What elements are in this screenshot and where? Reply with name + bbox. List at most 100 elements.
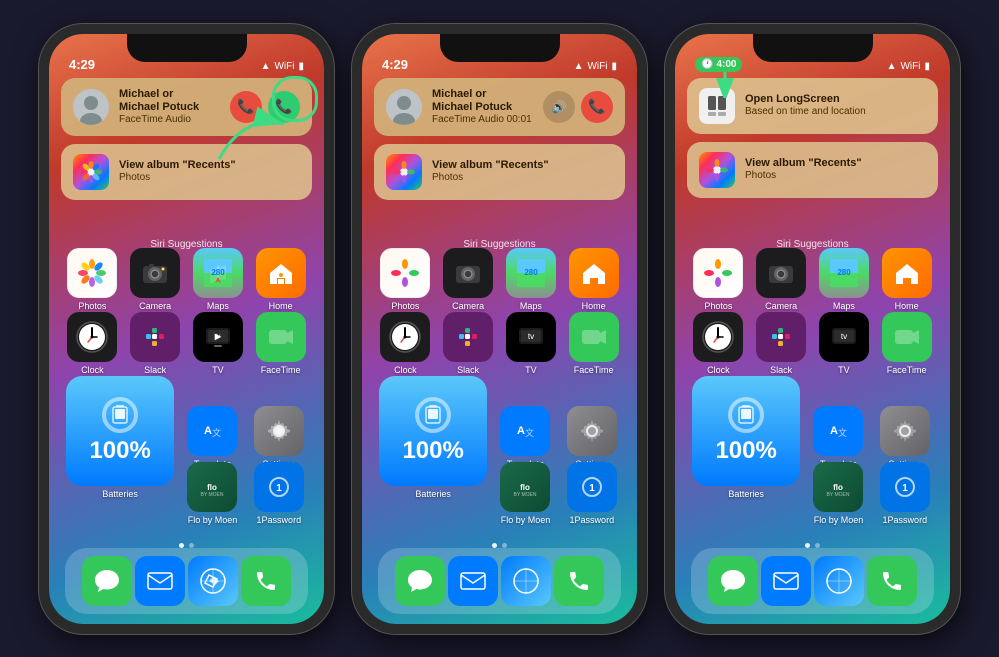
app-photos-1[interactable]: Photos xyxy=(63,248,121,311)
app-slack-2[interactable]: Slack xyxy=(439,312,497,375)
app-home-2[interactable]: Home xyxy=(565,248,623,311)
signal-icon-2: ▲ xyxy=(574,61,584,72)
decline-button-2[interactable]: 📞 xyxy=(581,91,613,123)
signal-icon-1: ▲ xyxy=(261,61,271,72)
svg-text:A: A xyxy=(517,425,525,437)
app-camera-1[interactable]: Camera xyxy=(126,248,184,311)
battery-pct-2: 100% xyxy=(402,437,463,465)
svg-text:flo: flo xyxy=(521,483,531,492)
app-settings-2[interactable]: Settings xyxy=(563,406,621,469)
dock-phone-1[interactable] xyxy=(241,556,291,606)
clock-icon-pill: 🕐 xyxy=(701,59,713,70)
dock-phone-3[interactable] xyxy=(867,556,917,606)
app-translate-3[interactable]: A文 Translate xyxy=(809,406,867,469)
app-row-1-1: Photos Camera xyxy=(49,248,324,311)
battery-icon-3: ▮ xyxy=(924,61,930,72)
app-slack-1[interactable]: Slack xyxy=(126,312,184,375)
facetime-notification-2[interactable]: Michael orMichael Potuck FaceTime Audio … xyxy=(374,78,625,136)
app-home-1[interactable]: Home xyxy=(252,248,310,311)
app-settings-1[interactable]: Settings xyxy=(250,406,308,469)
app-maps-3[interactable]: 280 Maps xyxy=(815,248,873,311)
app-facetime-3[interactable]: FaceTime xyxy=(878,312,936,375)
app-settings-3[interactable]: Settings xyxy=(876,406,934,469)
app-home-label-1: Home xyxy=(269,301,293,311)
app-clock-3[interactable]: Clock xyxy=(689,312,747,375)
dock-safari-3[interactable] xyxy=(814,556,864,606)
photos-notification-3[interactable]: View album "Recents" Photos xyxy=(687,142,938,198)
app-photos-3[interactable]: Photos xyxy=(689,248,747,311)
app-maps-1[interactable]: 280 Maps xyxy=(189,248,247,311)
page-dots-1 xyxy=(49,543,324,548)
app-tv-3[interactable]: tv TV xyxy=(815,312,873,375)
app-row-4-3: floBY MOEN Flo by Moen 1 1Password xyxy=(675,462,950,525)
app-photos-label-2: Photos xyxy=(391,301,419,311)
svg-text:文: 文 xyxy=(525,427,534,438)
svg-text:flo: flo xyxy=(834,483,844,492)
app-facetime-label-1: FaceTime xyxy=(261,365,301,375)
page-dots-2 xyxy=(362,543,637,548)
dock-messages-3[interactable] xyxy=(708,556,758,606)
app-camera-label-3: Camera xyxy=(765,301,797,311)
dock-messages-2[interactable] xyxy=(395,556,445,606)
dock-phone-2[interactable] xyxy=(554,556,604,606)
dock-mail-2[interactable] xyxy=(448,556,498,606)
signal-icon-3: ▲ xyxy=(887,61,897,72)
app-clock-2[interactable]: Clock xyxy=(376,312,434,375)
app-home-3[interactable]: Home xyxy=(878,248,936,311)
app-facetime-1[interactable]: FaceTime xyxy=(252,312,310,375)
dot-active-3 xyxy=(805,543,810,548)
photos-subtitle-3: Photos xyxy=(745,170,926,182)
dock-3 xyxy=(691,548,934,614)
app-camera-label-1: Camera xyxy=(139,301,171,311)
spacer-1 xyxy=(65,462,175,525)
app-flo-3[interactable]: floBY MOEN Flo by Moen xyxy=(809,462,867,525)
app-tv-label-1: TV xyxy=(212,365,224,375)
app-slack-3[interactable]: Slack xyxy=(752,312,810,375)
app-maps-2[interactable]: 280 Maps xyxy=(502,248,560,311)
svg-text:1: 1 xyxy=(589,483,595,494)
app-translate-2[interactable]: A文 Translate xyxy=(496,406,554,469)
status-time-2: 4:29 xyxy=(382,57,408,72)
app-photos-2[interactable]: Photos xyxy=(376,248,434,311)
app-flo-1[interactable]: flo BY MOEN Flo by Moen xyxy=(183,462,241,525)
photos-text-3: View album "Recents" Photos xyxy=(745,157,926,182)
app-tv-1[interactable]: ▶ tv TV xyxy=(189,312,247,375)
app-1password-1[interactable]: 1 1Password xyxy=(250,462,308,525)
app-camera-2[interactable]: Camera xyxy=(439,248,497,311)
app-tv-2[interactable]: tv TV xyxy=(502,312,560,375)
dock-mail-3[interactable] xyxy=(761,556,811,606)
notch-2 xyxy=(440,34,560,62)
app-row-2-3: Clock Slack tv TV FaceTime xyxy=(675,312,950,375)
app-1password-3[interactable]: 1 1Password xyxy=(876,462,934,525)
longscreen-subtitle-3: Based on time and location xyxy=(745,106,926,118)
dot-inactive-1 xyxy=(189,543,194,548)
photos-notification-2[interactable]: View album "Recents" Photos xyxy=(374,144,625,200)
dock-safari-1[interactable] xyxy=(188,556,238,606)
dot-active-2 xyxy=(492,543,497,548)
facetime-text-2: Michael orMichael Potuck FaceTime Audio … xyxy=(432,88,533,126)
wifi-icon-2: WiFi xyxy=(587,61,607,72)
dock-safari-2[interactable] xyxy=(501,556,551,606)
photos-title-2: View album "Recents" xyxy=(432,159,613,172)
app-clock-1[interactable]: Clock xyxy=(63,312,121,375)
notifications-2: Michael orMichael Potuck FaceTime Audio … xyxy=(374,78,625,200)
app-facetime-label-2: FaceTime xyxy=(574,365,614,375)
photos-text-2: View album "Recents" Photos xyxy=(432,159,613,184)
dock-messages-1[interactable] xyxy=(82,556,132,606)
phone-2-screen: 4:29 ▲ WiFi ▮ xyxy=(362,34,637,624)
svg-text:BY MOEN: BY MOEN xyxy=(514,492,537,498)
longscreen-title-3: Open LongScreen xyxy=(745,93,926,106)
app-1password-2[interactable]: 1 1Password xyxy=(563,462,621,525)
app-flo-2[interactable]: floBY MOEN Flo by Moen xyxy=(496,462,554,525)
facetime-subtitle-1: FaceTime Audio xyxy=(119,114,220,126)
svg-text:文: 文 xyxy=(838,427,847,438)
app-facetime-2[interactable]: FaceTime xyxy=(565,312,623,375)
pill-time: 4:00 xyxy=(716,59,736,70)
app-camera-3[interactable]: Camera xyxy=(752,248,810,311)
svg-text:1: 1 xyxy=(902,483,908,494)
mute-button-2[interactable]: 🔊 xyxy=(543,91,575,123)
battery-icon-2: ▮ xyxy=(611,61,617,72)
notch-3 xyxy=(753,34,873,62)
dock-mail-1[interactable] xyxy=(135,556,185,606)
app-translate-1[interactable]: A 文 Translate xyxy=(183,406,241,469)
